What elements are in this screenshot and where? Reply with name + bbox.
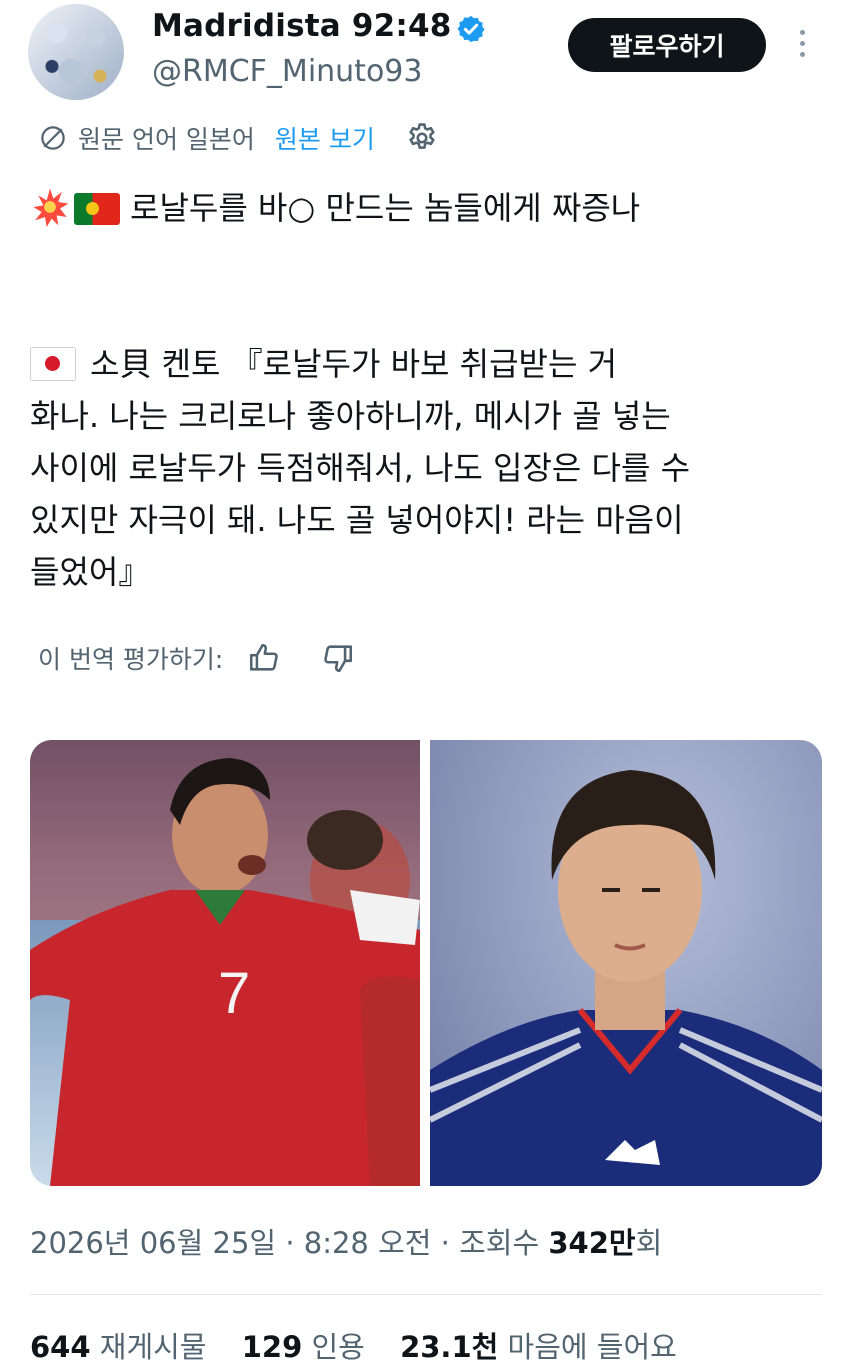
tweet-person-name: 소貝 켄토 [90,345,221,383]
rate-translation-row: 이 번역 평가하기: [38,636,355,680]
avatar[interactable] [28,4,124,100]
post-date[interactable]: 2026년 06월 25일 [30,1226,276,1260]
views-label: 조회수 [459,1226,540,1260]
views-suffix: 회 [635,1226,663,1260]
source-language-label: 원문 언어 일본어 [78,125,255,154]
rate-translation-label: 이 번역 평가하기: [38,645,224,674]
media-photo-left[interactable]: 7 [30,740,420,1186]
likes-stat[interactable]: 23.1천 마음에 들어요 [400,1330,677,1364]
display-name[interactable]: Madridista 92:48 [152,8,452,44]
reposts-count: 644 [30,1330,91,1364]
post-meta: 2026년 06월 25일 · 8:28 오전 · 조회수 342만회 [30,1226,663,1260]
tweet-line1: 로날두를 바○ 만드는 놈들에게 짜증나 [130,189,641,227]
japan-player-photo [430,770,822,1186]
quotes-stat[interactable]: 129 인용 [242,1330,365,1364]
likes-label: 마음에 들어요 [507,1330,677,1364]
verified-badge-icon [457,15,485,43]
engagement-stats: 644 재게시물 129 인용 23.1천 마음에 들어요 [30,1324,703,1366]
follow-button[interactable]: 팔로우하기 [568,18,766,72]
reposts-stat[interactable]: 644 재게시물 [30,1330,207,1364]
quotes-count: 129 [241,1330,303,1364]
quotes-label: 인용 [311,1330,365,1364]
divider [30,1294,822,1295]
jersey-number: 7 [218,961,251,1026]
post-time[interactable]: 8:28 오전 [304,1226,432,1260]
tweet-text: 로날두를 바○ 만드는 놈들에게 짜증나 소貝 켄토 『로날두가 바보 취급받는… [30,182,830,598]
reposts-label: 재게시물 [99,1330,207,1364]
likes-count: 23.1천 [400,1330,499,1364]
user-handle[interactable]: @RMCF_Minuto93 [152,54,422,89]
japan-flag-icon [30,347,76,381]
gear-icon[interactable] [405,121,439,155]
translation-bar: 원문 언어 일본어 원본 보기 [38,116,439,160]
show-original-link[interactable]: 원본 보기 [275,120,375,156]
portugal-flag-icon [74,193,120,225]
thumbs-down-icon[interactable] [321,641,355,675]
collision-emoji-icon [33,188,69,227]
media-photo-right[interactable] [430,740,822,1186]
more-options-icon[interactable] [792,26,812,66]
thumbs-up-icon[interactable] [247,641,281,675]
views-value: 342만 [548,1226,636,1260]
translate-icon [41,126,65,150]
